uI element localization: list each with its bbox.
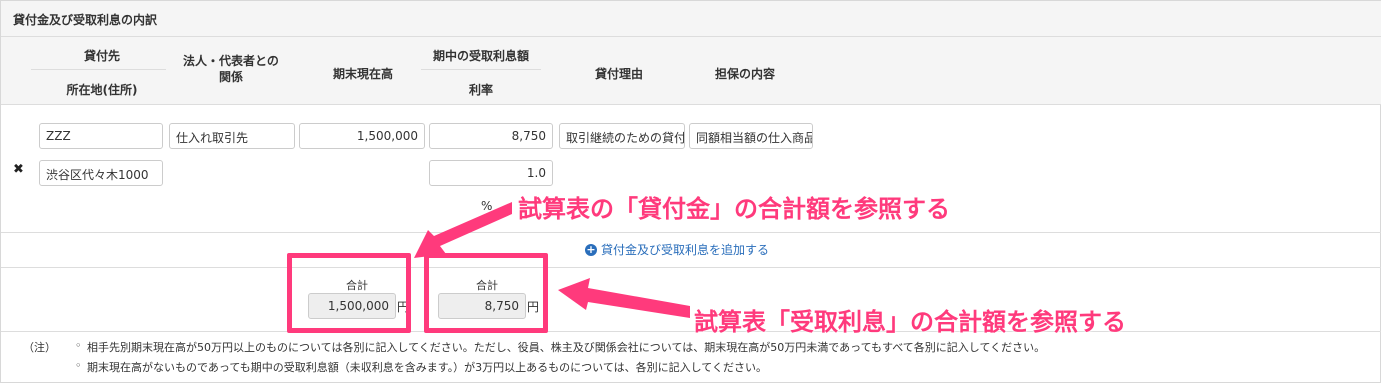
arrow-to-interest	[558, 278, 690, 318]
annotation-loan-total: 試算表の「貸付金」の合計額を参照する	[518, 195, 950, 223]
arrow-to-balance	[414, 202, 512, 258]
annotation-interest-total: 試算表「受取利息」の合計額を参照する	[694, 308, 1126, 336]
